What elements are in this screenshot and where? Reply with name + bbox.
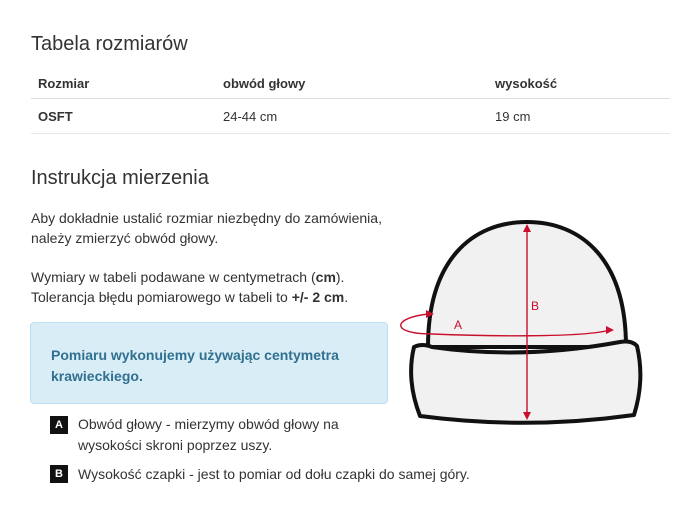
beanie-hat-diagram-icon: A B (400, 220, 643, 425)
instructions-paragraph-2: Wymiary w tabeli podawane w centymetrach… (31, 267, 348, 307)
legend-text-b: Wysokość czapki - jest to pomiar od dołu… (78, 466, 470, 482)
info-line-2: krawieckiego. (51, 368, 143, 384)
diagram-label-a: A (454, 318, 462, 332)
unit-cm: cm (315, 269, 336, 285)
legend-badge-b: B (50, 465, 68, 483)
info-alert-text: Pomiaru wykonujemy używając centymetra k… (51, 345, 367, 387)
cell-size: OSFT (31, 98, 216, 134)
diagram-label-b: B (531, 299, 539, 313)
paragraph-2-line-1-c: ). (335, 269, 345, 285)
legend-a-line-2: wysokości skroni poprzez uszy. (78, 437, 273, 453)
paragraph-2-line-1-a: Wymiary w tabeli podawane w centymetrach… (31, 269, 316, 285)
column-header-height: wysokość (488, 68, 670, 99)
cell-head-circumference: 24-44 cm (216, 98, 488, 134)
legend-a-line-1: Obwód głowy - mierzymy obwód głowy na (78, 416, 339, 432)
size-table: Rozmiar obwód głowy wysokość OSFT 24-44 … (31, 68, 670, 134)
instructions-title: Instrukcja mierzenia (31, 167, 209, 189)
info-alert: Pomiaru wykonujemy używając centymetra k… (30, 322, 388, 404)
column-header-size: Rozmiar (31, 68, 216, 99)
table-row: OSFT 24-44 cm 19 cm (31, 98, 670, 134)
info-line-1: Pomiaru wykonujemy używając centymetra (51, 347, 339, 363)
legend-text-a: Obwód głowy - mierzymy obwód głowy na wy… (78, 414, 339, 456)
size-table-title: Tabela rozmiarów (31, 33, 188, 55)
tolerance-value: +/- 2 cm (291, 289, 345, 305)
cell-height: 19 cm (488, 98, 670, 134)
paragraph-2-line-2-c: . (344, 289, 349, 305)
legend-badge-a: A (50, 416, 68, 434)
size-table-header-row: Rozmiar obwód głowy wysokość (31, 68, 670, 99)
paragraph-1-line-1: Aby dokładnie ustalić rozmiar niezbędny … (31, 210, 382, 226)
paragraph-1-line-2: należy zmierzyć obwód głowy. (31, 230, 219, 246)
instructions-paragraph-1: Aby dokładnie ustalić rozmiar niezbędny … (31, 208, 382, 248)
column-header-head-circumference: obwód głowy (216, 68, 488, 99)
paragraph-2-line-2-a: Tolerancja błędu pomiarowego w tabeli to (31, 289, 292, 305)
